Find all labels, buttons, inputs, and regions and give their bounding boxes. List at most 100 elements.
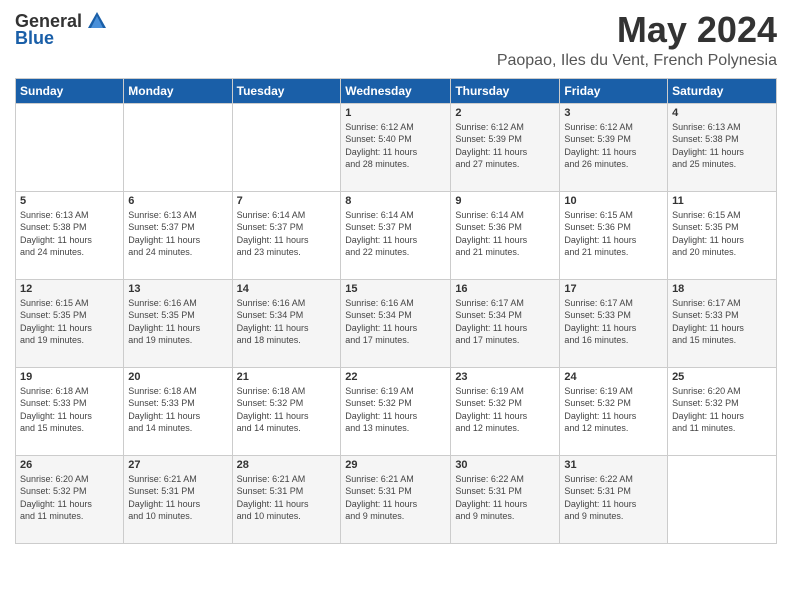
calendar-cell: 11 Sunrise: 6:15 AM Sunset: 5:35 PM Dayli… xyxy=(668,191,777,279)
day-info: Sunrise: 6:12 AM Sunset: 5:40 PM Dayligh… xyxy=(345,121,446,171)
day-info: Sunrise: 6:17 AM Sunset: 5:34 PM Dayligh… xyxy=(455,297,555,347)
day-info: Sunrise: 6:17 AM Sunset: 5:33 PM Dayligh… xyxy=(672,297,772,347)
day-number: 7 xyxy=(237,195,337,207)
day-info: Sunrise: 6:19 AM Sunset: 5:32 PM Dayligh… xyxy=(564,385,663,435)
day-info: Sunrise: 6:16 AM Sunset: 5:34 PM Dayligh… xyxy=(345,297,446,347)
location: Paopao, Iles du Vent, French Polynesia xyxy=(497,52,777,70)
day-number: 26 xyxy=(20,459,119,471)
calendar-cell: 25 Sunrise: 6:20 AM Sunset: 5:32 PM Dayli… xyxy=(668,367,777,455)
day-number: 4 xyxy=(672,107,772,119)
calendar-cell xyxy=(232,103,341,191)
calendar-cell: 2 Sunrise: 6:12 AM Sunset: 5:39 PM Daylig… xyxy=(451,103,560,191)
calendar-cell: 13 Sunrise: 6:16 AM Sunset: 5:35 PM Dayli… xyxy=(124,279,232,367)
day-number: 18 xyxy=(672,283,772,295)
calendar-cell xyxy=(668,455,777,543)
calendar-cell: 3 Sunrise: 6:12 AM Sunset: 5:39 PM Daylig… xyxy=(560,103,668,191)
day-number: 19 xyxy=(20,371,119,383)
logo: General Blue xyxy=(15,10,108,49)
calendar-cell: 29 Sunrise: 6:21 AM Sunset: 5:31 PM Dayli… xyxy=(341,455,451,543)
page: General Blue May 2024 Paopao, Iles du Ve… xyxy=(0,0,792,612)
day-info: Sunrise: 6:20 AM Sunset: 5:32 PM Dayligh… xyxy=(20,473,119,523)
day-number: 29 xyxy=(345,459,446,471)
day-info: Sunrise: 6:21 AM Sunset: 5:31 PM Dayligh… xyxy=(128,473,227,523)
calendar-cell: 10Sunrise: 6:15 AM Sunset: 5:36 PM Dayli… xyxy=(560,191,668,279)
day-info: Sunrise: 6:18 AM Sunset: 5:33 PM Dayligh… xyxy=(128,385,227,435)
calendar-cell: 19Sunrise: 6:18 AM Sunset: 5:33 PM Dayli… xyxy=(16,367,124,455)
day-number: 9 xyxy=(455,195,555,207)
day-number: 27 xyxy=(128,459,227,471)
day-info: Sunrise: 6:21 AM Sunset: 5:31 PM Dayligh… xyxy=(237,473,337,523)
day-number: 30 xyxy=(455,459,555,471)
day-info: Sunrise: 6:16 AM Sunset: 5:34 PM Dayligh… xyxy=(237,297,337,347)
day-number: 22 xyxy=(345,371,446,383)
day-info: Sunrise: 6:16 AM Sunset: 5:35 PM Dayligh… xyxy=(128,297,227,347)
header-monday: Monday xyxy=(124,78,232,103)
day-number: 16 xyxy=(455,283,555,295)
calendar-header-row: Sunday Monday Tuesday Wednesday Thursday… xyxy=(16,78,777,103)
day-number: 3 xyxy=(564,107,663,119)
calendar-cell: 1Sunrise: 6:12 AM Sunset: 5:40 PM Daylig… xyxy=(341,103,451,191)
day-info: Sunrise: 6:13 AM Sunset: 5:38 PM Dayligh… xyxy=(672,121,772,171)
calendar-cell: 17 Sunrise: 6:17 AM Sunset: 5:33 PM Dayli… xyxy=(560,279,668,367)
day-info: Sunrise: 6:15 AM Sunset: 5:35 PM Dayligh… xyxy=(672,209,772,259)
calendar-cell: 22 Sunrise: 6:19 AM Sunset: 5:32 PM Dayli… xyxy=(341,367,451,455)
day-info: Sunrise: 6:19 AM Sunset: 5:32 PM Dayligh… xyxy=(455,385,555,435)
day-info: Sunrise: 6:18 AM Sunset: 5:32 PM Dayligh… xyxy=(237,385,337,435)
day-info: Sunrise: 6:12 AM Sunset: 5:39 PM Dayligh… xyxy=(455,121,555,171)
day-info: Sunrise: 6:22 AM Sunset: 5:31 PM Dayligh… xyxy=(564,473,663,523)
calendar-cell: 8Sunrise: 6:14 AM Sunset: 5:37 PM Daylig… xyxy=(341,191,451,279)
calendar-cell: 5Sunrise: 6:13 AM Sunset: 5:38 PM Daylig… xyxy=(16,191,124,279)
day-number: 11 xyxy=(672,195,772,207)
day-info: Sunrise: 6:12 AM Sunset: 5:39 PM Dayligh… xyxy=(564,121,663,171)
calendar-week-2: 12 Sunrise: 6:15 AM Sunset: 5:35 PM Dayli… xyxy=(16,279,777,367)
day-info: Sunrise: 6:15 AM Sunset: 5:35 PM Dayligh… xyxy=(20,297,119,347)
calendar-cell: 6Sunrise: 6:13 AM Sunset: 5:37 PM Daylig… xyxy=(124,191,232,279)
calendar-cell: 28 Sunrise: 6:21 AM Sunset: 5:31 PM Dayli… xyxy=(232,455,341,543)
day-info: Sunrise: 6:21 AM Sunset: 5:31 PM Dayligh… xyxy=(345,473,446,523)
calendar-cell: 26 Sunrise: 6:20 AM Sunset: 5:32 PM Dayli… xyxy=(16,455,124,543)
day-number: 25 xyxy=(672,371,772,383)
header-wednesday: Wednesday xyxy=(341,78,451,103)
day-number: 28 xyxy=(237,459,337,471)
header-tuesday: Tuesday xyxy=(232,78,341,103)
day-number: 23 xyxy=(455,371,555,383)
calendar-cell: 16 Sunrise: 6:17 AM Sunset: 5:34 PM Dayli… xyxy=(451,279,560,367)
calendar-week-1: 5Sunrise: 6:13 AM Sunset: 5:38 PM Daylig… xyxy=(16,191,777,279)
calendar-cell: 15Sunrise: 6:16 AM Sunset: 5:34 PM Dayli… xyxy=(341,279,451,367)
calendar-cell: 20Sunrise: 6:18 AM Sunset: 5:33 PM Dayli… xyxy=(124,367,232,455)
header-thursday: Thursday xyxy=(451,78,560,103)
day-number: 17 xyxy=(564,283,663,295)
day-number: 5 xyxy=(20,195,119,207)
day-info: Sunrise: 6:14 AM Sunset: 5:36 PM Dayligh… xyxy=(455,209,555,259)
day-number: 13 xyxy=(128,283,227,295)
month-title: May 2024 xyxy=(497,10,777,50)
calendar-cell: 21 Sunrise: 6:18 AM Sunset: 5:32 PM Dayli… xyxy=(232,367,341,455)
header: General Blue May 2024 Paopao, Iles du Ve… xyxy=(15,10,777,70)
day-number: 2 xyxy=(455,107,555,119)
day-number: 21 xyxy=(237,371,337,383)
calendar-cell: 24 Sunrise: 6:19 AM Sunset: 5:32 PM Dayli… xyxy=(560,367,668,455)
day-info: Sunrise: 6:20 AM Sunset: 5:32 PM Dayligh… xyxy=(672,385,772,435)
logo-blue: Blue xyxy=(15,28,54,49)
calendar-cell: 27 Sunrise: 6:21 AM Sunset: 5:31 PM Dayli… xyxy=(124,455,232,543)
day-number: 31 xyxy=(564,459,663,471)
calendar: Sunday Monday Tuesday Wednesday Thursday… xyxy=(15,78,777,544)
day-number: 6 xyxy=(128,195,227,207)
day-number: 24 xyxy=(564,371,663,383)
calendar-week-4: 26 Sunrise: 6:20 AM Sunset: 5:32 PM Dayli… xyxy=(16,455,777,543)
day-number: 8 xyxy=(345,195,446,207)
calendar-cell: 14 Sunrise: 6:16 AM Sunset: 5:34 PM Dayli… xyxy=(232,279,341,367)
day-number: 14 xyxy=(237,283,337,295)
day-number: 10 xyxy=(564,195,663,207)
calendar-cell xyxy=(124,103,232,191)
day-info: Sunrise: 6:19 AM Sunset: 5:32 PM Dayligh… xyxy=(345,385,446,435)
calendar-week-3: 19 Sunrise: 6:18 AM Sunset: 5:33 PM Dayli… xyxy=(16,367,777,455)
logo-icon xyxy=(86,10,108,32)
day-info: Sunrise: 6:17 AM Sunset: 5:33 PM Dayligh… xyxy=(564,297,663,347)
day-info: Sunrise: 6:14 AM Sunset: 5:37 PM Dayligh… xyxy=(237,209,337,259)
day-info: Sunrise: 6:22 AM Sunset: 5:31 PM Dayligh… xyxy=(455,473,555,523)
header-sunday: Sunday xyxy=(16,78,124,103)
calendar-cell: 4 Sunrise: 6:13 AM Sunset: 5:38 PM Daylig… xyxy=(668,103,777,191)
day-number: 12 xyxy=(20,283,119,295)
header-friday: Friday xyxy=(560,78,668,103)
